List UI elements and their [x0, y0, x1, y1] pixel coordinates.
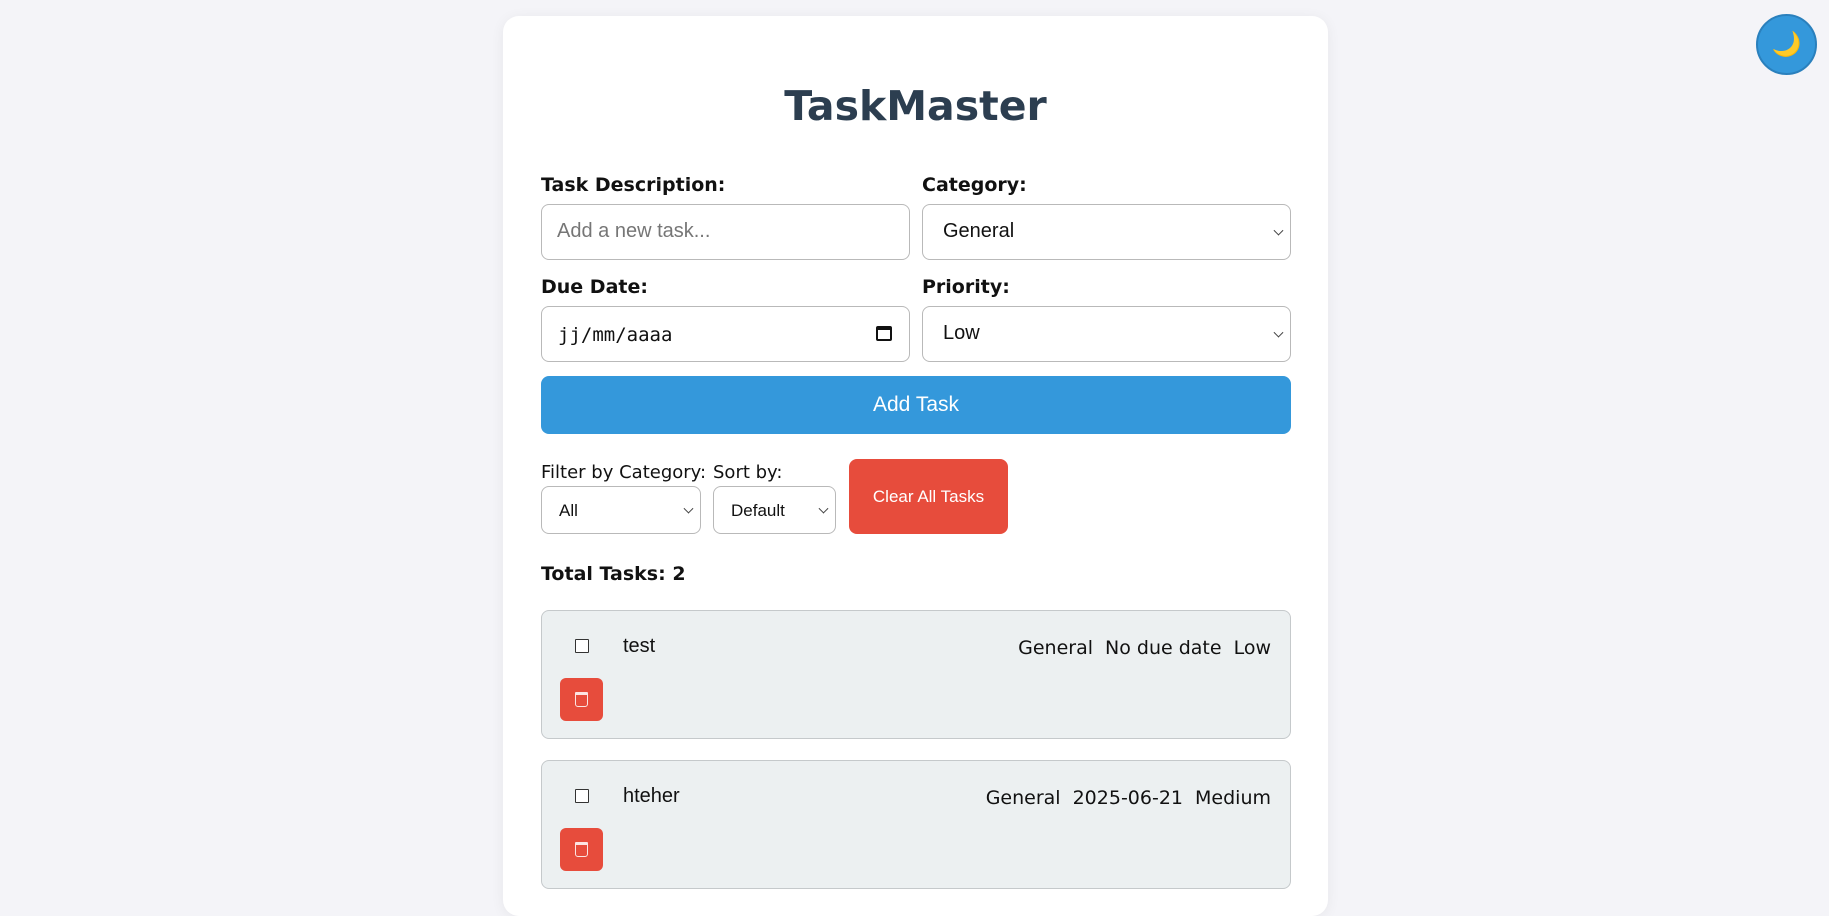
chevron-down-icon [1273, 225, 1284, 236]
priority-label: Priority: [922, 276, 1010, 298]
task-complete-checkbox[interactable] [575, 789, 589, 803]
clear-all-tasks-button[interactable]: Clear All Tasks [849, 459, 1008, 534]
task-description-placeholder: Add a new task... [557, 220, 711, 242]
delete-task-button[interactable] [560, 828, 603, 871]
task-meta: General No due date Low [1018, 637, 1271, 659]
trash-icon [575, 692, 588, 707]
calendar-icon[interactable] [876, 326, 892, 341]
task-due-date: No due date [1105, 637, 1222, 659]
trash-icon [575, 842, 588, 857]
task-category: General [985, 787, 1061, 809]
chevron-down-icon [818, 503, 829, 514]
task-complete-checkbox[interactable] [575, 639, 589, 653]
category-select[interactable]: General [922, 204, 1291, 260]
filter-category-value: All [559, 501, 578, 520]
task-meta: General 2025-06-21 Medium [986, 787, 1271, 809]
sort-by-select[interactable]: Default [713, 486, 836, 534]
theme-toggle-button[interactable]: 🌙 [1756, 14, 1817, 75]
task-due-date: 2025-06-21 [1072, 787, 1184, 809]
task-text: test [623, 635, 656, 657]
chevron-down-icon [683, 503, 694, 514]
category-label: Category: [922, 174, 1027, 196]
add-task-button[interactable]: Add Task [541, 376, 1291, 434]
priority-select-value: Low [943, 322, 980, 344]
delete-task-button[interactable] [560, 678, 603, 721]
due-date-label: Due Date: [541, 276, 648, 298]
priority-select[interactable]: Low [922, 306, 1291, 362]
due-date-placeholder: jj/mm/aaaa [558, 324, 673, 346]
sort-by-value: Default [731, 501, 785, 520]
task-description-label: Task Description: [541, 174, 726, 196]
page-title: TaskMaster [784, 82, 1047, 130]
category-select-value: General [943, 220, 1015, 242]
moon-icon: 🌙 [1771, 30, 1802, 58]
task-text: hteher [623, 785, 680, 807]
task-description-input[interactable]: Add a new task... [541, 204, 910, 260]
filter-category-select[interactable]: All [541, 486, 701, 534]
task-category: General [1018, 637, 1094, 659]
due-date-input[interactable]: jj/mm/aaaa [541, 306, 910, 362]
app-card: TaskMaster Task Description: Add a new t… [503, 16, 1328, 916]
task-item: test General No due date Low [541, 610, 1291, 739]
sort-by-label: Sort by: [713, 462, 783, 483]
task-item: hteher General 2025-06-21 Medium [541, 760, 1291, 889]
total-tasks-count: Total Tasks: 2 [541, 563, 686, 585]
task-priority: Medium [1195, 787, 1271, 809]
chevron-down-icon [1273, 327, 1284, 338]
task-priority: Low [1233, 637, 1271, 659]
filter-category-label: Filter by Category: [541, 462, 707, 483]
